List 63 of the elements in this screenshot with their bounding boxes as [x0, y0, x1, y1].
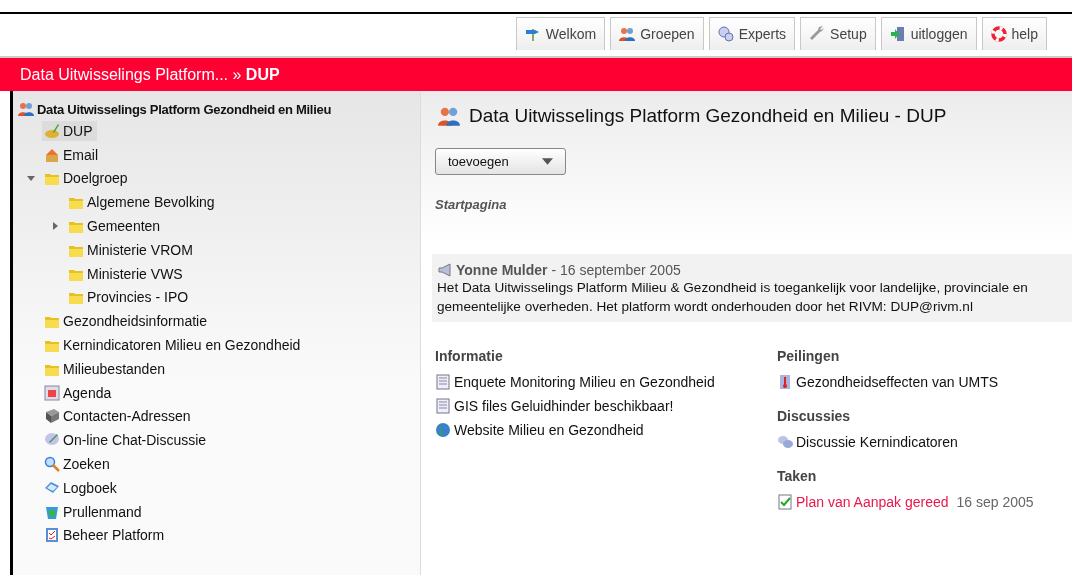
megaphone-icon: [437, 262, 453, 278]
page-title: Data Uitwisselings Platform Gezondheid en Milieu - DUP: [469, 105, 947, 127]
people-icon: [435, 105, 463, 127]
tree-item[interactable]: Kernindicatoren Milieu en Gezondheid: [42, 335, 305, 356]
task-date: 16 sep 2005: [956, 494, 1034, 510]
tree-item[interactable]: Milieubestanden: [42, 358, 169, 379]
nav-button[interactable]: Welkom: [515, 17, 606, 50]
tree-item[interactable]: DUP: [42, 120, 97, 141]
tree-item[interactable]: Email: [42, 144, 102, 165]
thermometer-icon: [777, 374, 793, 390]
collapsed-arrow-icon[interactable]: [51, 222, 59, 231]
nav-button[interactable]: Experts: [708, 17, 796, 50]
checked-document-icon: [777, 494, 793, 510]
tree-item[interactable]: Agenda: [42, 382, 116, 403]
section-heading: Informatie: [435, 348, 504, 364]
calendar-icon: [44, 384, 60, 401]
tree-item[interactable]: Ministerie VWS: [66, 263, 187, 284]
section-heading: Peilingen: [777, 348, 841, 364]
tree-item[interactable]: Gemeenten: [66, 216, 165, 237]
content-link[interactable]: Plan van Aanpak gereed: [796, 494, 949, 510]
search-icon: [44, 456, 60, 473]
document-icon: [435, 398, 451, 414]
tree-item[interactable]: On-line Chat-Discussie: [42, 430, 211, 451]
people-icon: [18, 101, 34, 117]
expanded-arrow-icon[interactable]: [27, 174, 35, 183]
author-name[interactable]: Yonne Mulder: [456, 262, 548, 278]
lifebuoy-icon: [990, 26, 1007, 42]
checklist-icon: [44, 527, 60, 544]
message-text: Het Data Uitwisselings Platform Milieu & Gezondheid is toegankelijk voor landelijke, provinciale en gemeentelijke overheden. Het platform wordt onderhouden door het RIVM: DUP@rivm.nl: [437, 279, 1029, 316]
tree-item[interactable]: Algemene Bevolking: [66, 192, 219, 213]
breadcrumb[interactable]: Data Uitwisselings Platform... » DUP: [20, 65, 280, 84]
nav-button[interactable]: Groepen: [610, 17, 704, 50]
tree-item[interactable]: Beheer Platform: [42, 525, 169, 546]
tree-item[interactable]: Contacten-Adressen: [42, 406, 195, 427]
tree-item[interactable]: Logboek: [42, 477, 121, 498]
people-icon: [619, 26, 636, 42]
content-link[interactable]: Discussie Kernindicatoren: [796, 434, 958, 450]
door-icon: [889, 26, 906, 42]
content-link[interactable]: Enquete Monitoring Milieu en Gezondheid: [454, 374, 715, 390]
wrench-icon: [809, 26, 826, 42]
nav-button[interactable]: Setup: [800, 17, 876, 50]
section-heading: Discussies: [777, 408, 852, 424]
signpost-icon: [524, 26, 541, 42]
content-link[interactable]: Website Milieu en Gezondheid: [454, 422, 644, 438]
document-icon: [435, 374, 451, 390]
tree-item[interactable]: Zoeken: [42, 454, 114, 475]
content-link[interactable]: Gezondheidseffecten van UMTS: [796, 374, 999, 390]
tree-item[interactable]: Provincies - IPO: [66, 287, 193, 308]
speech-bubbles-icon: [777, 434, 793, 450]
tree-item[interactable]: Prullenmand: [42, 501, 146, 522]
tree-item[interactable]: Gezondheidsinformatie: [42, 311, 211, 332]
page-label: Startpagina: [435, 197, 508, 212]
section-heading: Taken: [777, 468, 818, 484]
message-date: - 16 september 2005: [551, 262, 681, 278]
tree-item[interactable]: Ministerie VROM: [66, 239, 197, 260]
content-link[interactable]: GIS files Geluidhinder beschikbaar!: [454, 398, 674, 414]
globe-icon: [435, 422, 451, 438]
add-dropdown[interactable]: toevoegen: [435, 148, 566, 175]
tree-item[interactable]: Doelgroep: [42, 168, 132, 189]
nav-button[interactable]: help: [981, 17, 1047, 50]
tree-root-label[interactable]: Data Uitwisselings Platform Gezondheid en Milieu: [37, 101, 332, 117]
nav-button[interactable]: uitloggen: [880, 17, 977, 50]
caret-icon: [542, 158, 553, 165]
